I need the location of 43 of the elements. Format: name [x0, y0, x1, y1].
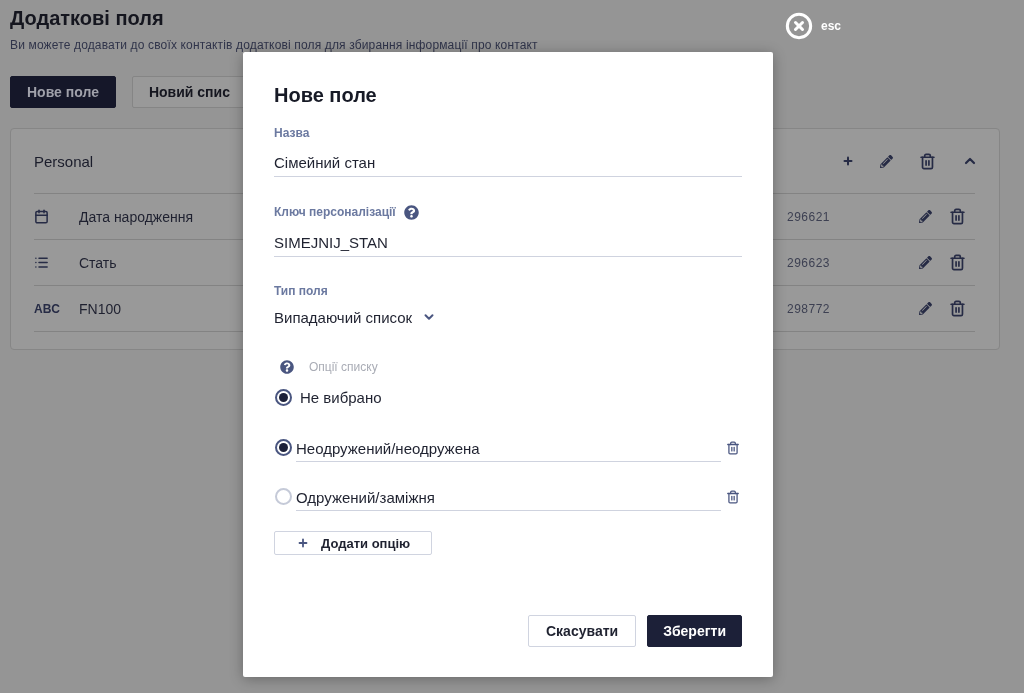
field-number: 296621 — [787, 209, 832, 224]
list-icon — [34, 255, 49, 270]
field-number: 298772 — [787, 301, 832, 316]
group-title: Personal — [34, 152, 94, 170]
name-field[interactable]: Сімейний стан — [274, 148, 742, 177]
pencil-icon[interactable] — [919, 210, 932, 223]
pencil-icon[interactable] — [919, 256, 932, 269]
option-field[interactable]: Неодружений/неодружена — [296, 433, 721, 462]
help-icon[interactable] — [280, 360, 294, 374]
field-name: FN100 — [79, 300, 122, 317]
trash-icon[interactable] — [726, 489, 740, 504]
plus-icon — [297, 537, 309, 549]
field-name: Дата народження — [79, 208, 194, 225]
plus-icon[interactable] — [842, 155, 854, 167]
page-title: Додаткові поля — [10, 6, 164, 30]
pencil-icon[interactable] — [919, 302, 932, 315]
page-description: Ви можете додавати до своїх контактів додаткові поля для збирання інформації про контакт — [10, 38, 538, 52]
options-label: Опції списку — [309, 360, 378, 374]
cancel-button[interactable]: Скасувати — [528, 615, 637, 647]
help-icon[interactable] — [403, 204, 419, 220]
field-label: Назва — [274, 125, 310, 141]
trash-icon[interactable] — [949, 254, 966, 271]
trash-icon[interactable] — [919, 152, 936, 170]
save-button[interactable]: Зберегти — [647, 615, 742, 647]
radio-button[interactable] — [275, 439, 292, 456]
type-dropdown[interactable]: Випадаючий список — [274, 306, 437, 328]
add-option-button[interactable]: Додати опцію — [274, 531, 432, 555]
field-name: Стать — [79, 254, 117, 271]
option-field[interactable]: Одружений/заміжня — [296, 482, 721, 511]
type-abbreviation: ABC — [34, 301, 60, 316]
radio-button[interactable] — [275, 388, 292, 406]
field-label: Тип поля — [274, 283, 328, 299]
trash-icon[interactable] — [949, 300, 966, 317]
new-field-button[interactable]: Нове поле — [10, 76, 116, 108]
trash-icon[interactable] — [726, 440, 740, 455]
close-icon — [785, 12, 813, 40]
field-label: Ключ персоналізації — [274, 204, 396, 220]
calendar-icon — [34, 209, 49, 224]
option-label: Не вибрано — [300, 388, 382, 406]
trash-icon[interactable] — [949, 208, 966, 225]
field-number: 296623 — [787, 255, 832, 270]
key-field[interactable]: SIMEJNIJ_STAN — [274, 228, 742, 257]
pencil-icon[interactable] — [880, 154, 893, 168]
